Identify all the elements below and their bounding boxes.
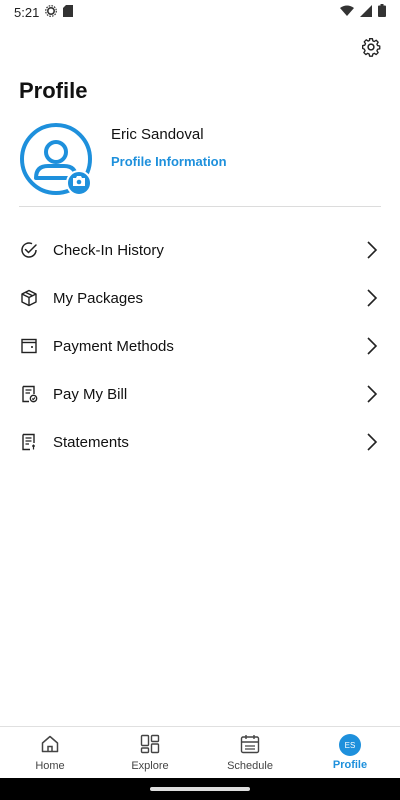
package-icon [20, 289, 38, 307]
profile-header: Eric Sandoval Profile Information [19, 122, 381, 196]
status-left: 5:21 [14, 4, 74, 20]
battery-icon [378, 4, 386, 20]
home-gesture-handle[interactable] [150, 787, 250, 791]
menu-item-payment-methods[interactable]: Payment Methods [0, 322, 400, 370]
settings-notification-icon [45, 4, 58, 20]
home-icon [40, 734, 60, 757]
avatar[interactable] [19, 122, 93, 196]
menu-item-check-in-history[interactable]: Check-In History [0, 226, 400, 274]
menu-label: Pay My Bill [53, 385, 128, 403]
menu-label: My Packages [53, 289, 144, 307]
profile-name: Eric Sandoval [111, 126, 204, 143]
sd-card-icon [63, 4, 74, 20]
bill-check-icon [20, 385, 38, 403]
nav-item-explore[interactable]: Explore [100, 727, 200, 778]
gear-icon [361, 37, 381, 62]
camera-badge[interactable] [66, 170, 92, 196]
bottom-nav: Home Explore Schedule ES Profile [0, 726, 400, 778]
wifi-icon [340, 5, 354, 20]
status-right [340, 4, 386, 20]
menu-label: Check-In History [53, 241, 164, 259]
nav-item-profile[interactable]: ES Profile [300, 727, 400, 778]
profile-information-link[interactable]: Profile Information [111, 154, 227, 169]
chevron-right-icon [366, 337, 378, 355]
chevron-right-icon [366, 241, 378, 259]
menu-item-my-packages[interactable]: My Packages [0, 274, 400, 322]
nav-label: Profile [332, 759, 368, 771]
signal-icon [360, 4, 372, 20]
menu-item-statements[interactable]: Statements [0, 418, 400, 466]
nav-item-schedule[interactable]: Schedule [200, 727, 300, 778]
settings-button[interactable] [360, 37, 382, 62]
chevron-right-icon [366, 385, 378, 403]
chevron-right-icon [366, 289, 378, 307]
profile-menu: Check-In History My Packages Payment Met… [0, 226, 400, 466]
nav-label: Home [35, 759, 65, 772]
nav-label: Schedule [227, 759, 273, 772]
avatar-icon: ES [339, 734, 361, 756]
status-bar: 5:21 [0, 0, 400, 24]
system-nav-bar [0, 778, 400, 800]
grid-icon [140, 734, 160, 757]
statement-icon [20, 433, 38, 451]
menu-label: Payment Methods [53, 337, 174, 355]
status-time: 5:21 [14, 4, 40, 20]
menu-label: Statements [53, 433, 129, 451]
chevron-right-icon [366, 433, 378, 451]
page-title: Profile [19, 78, 88, 103]
nav-item-home[interactable]: Home [0, 727, 100, 778]
divider [19, 206, 381, 207]
check-circle-icon [20, 241, 38, 259]
wallet-icon [20, 337, 38, 355]
calendar-icon [240, 734, 260, 757]
camera-icon [72, 174, 86, 192]
nav-label: Explore [131, 759, 169, 772]
menu-item-pay-my-bill[interactable]: Pay My Bill [0, 370, 400, 418]
